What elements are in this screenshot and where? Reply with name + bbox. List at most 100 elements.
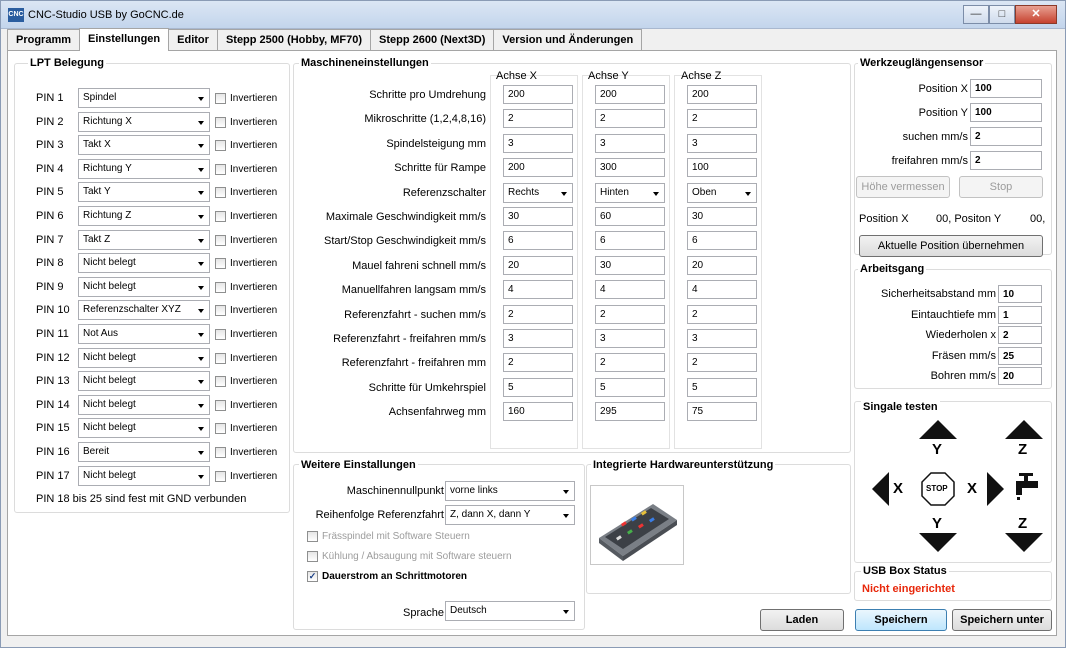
speichern-button[interactable]: Speichern [855,609,947,631]
machine-value-input[interactable]: 200 [503,85,573,104]
laden-button[interactable]: Laden [760,609,844,631]
y-minus-button[interactable]: Y [918,513,958,553]
machine-value-input[interactable]: 2 [595,109,665,129]
invert-checkbox[interactable]: Invertieren [215,163,277,175]
machine-value-input[interactable]: 4 [595,280,665,300]
referenzschalter-select[interactable]: Rechts [503,182,573,203]
pin-select[interactable]: Nicht belegt [78,253,210,274]
machine-value-input[interactable]: 3 [503,133,573,153]
pin-select[interactable]: Takt Y [78,182,210,203]
sensor-frei-input[interactable]: 2 [970,151,1042,170]
machine-value-input[interactable]: 3 [687,133,757,153]
invert-checkbox[interactable]: Invertieren [215,116,277,128]
invert-checkbox[interactable]: Invertieren [215,376,277,388]
invert-checkbox[interactable]: Invertieren [215,234,277,246]
kuehlung-checkbox[interactable]: Kühlung / Absaugung mit Software steuern [307,551,512,562]
referenzschalter-select[interactable]: Oben [687,182,757,203]
pin-select[interactable]: Nicht belegt [78,418,210,439]
machine-value-input[interactable]: 2 [687,304,757,324]
x-minus-button[interactable]: X [871,471,915,507]
machine-value-input[interactable]: 5 [687,377,757,397]
x-plus-button[interactable]: X [961,471,1005,507]
invert-checkbox[interactable]: Invertieren [215,329,277,340]
invert-checkbox[interactable]: Invertieren [215,352,277,364]
machine-value-input[interactable]: 6 [595,231,665,251]
nullpunkt-select[interactable]: vorne links [445,481,575,501]
spindel-checkbox[interactable]: Frässpindel mit Software Steuern [307,531,470,542]
invert-checkbox[interactable]: Invertieren [215,187,277,199]
arbeit-row-input[interactable]: 20 [998,367,1042,386]
machine-value-input[interactable]: 300 [595,158,665,178]
machine-value-input[interactable]: 2 [503,353,573,373]
y-plus-button[interactable]: Y [918,419,958,459]
pin-select[interactable]: Nicht belegt [78,394,210,415]
machine-value-input[interactable]: 2 [595,353,665,373]
pin-select[interactable]: Nicht belegt [78,465,210,486]
minimize-button[interactable]: — [963,5,989,24]
machine-value-input[interactable]: 3 [595,133,665,153]
tab-version[interactable]: Version und Änderungen [493,29,643,50]
machine-value-input[interactable]: 6 [503,231,573,251]
measure-height-button[interactable]: Höhe vermessen [856,176,950,198]
machine-value-input[interactable]: 295 [595,402,665,422]
tab-editor[interactable]: Editor [168,29,218,50]
pin-select[interactable]: Not Aus [78,324,210,344]
machine-value-input[interactable]: 20 [503,255,573,275]
pin-select[interactable]: Richtung Z [78,206,210,226]
stop-button[interactable]: STOP [920,471,956,507]
machine-value-input[interactable]: 2 [503,304,573,324]
machine-value-input[interactable]: 5 [595,377,665,397]
machine-value-input[interactable]: 30 [503,207,573,226]
pin-select[interactable]: Richtung X [78,111,210,132]
invert-checkbox[interactable]: Invertieren [215,447,277,458]
machine-value-input[interactable]: 200 [503,158,573,178]
pin-select[interactable]: Nicht belegt [78,371,210,392]
machine-value-input[interactable]: 3 [595,329,665,348]
machine-value-input[interactable]: 2 [687,353,757,373]
machine-value-input[interactable]: 100 [687,158,757,178]
sensor-stop-button[interactable]: Stop [959,176,1043,198]
tab-stepp-2500[interactable]: Stepp 2500 (Hobby, MF70) [216,29,372,50]
invert-checkbox[interactable]: Invertieren [215,399,277,411]
tab-einstellungen[interactable]: Einstellungen [79,28,170,51]
invert-checkbox[interactable]: Invertieren [215,305,277,317]
machine-value-input[interactable]: 2 [595,304,665,324]
machine-value-input[interactable]: 200 [687,85,757,104]
sensor-pos-x-input[interactable]: 100 [970,79,1042,98]
machine-value-input[interactable]: 60 [595,207,665,226]
machine-value-input[interactable]: 3 [503,329,573,348]
referenzschalter-select[interactable]: Hinten [595,182,665,203]
arbeit-row-input[interactable]: 1 [998,305,1042,324]
machine-value-input[interactable]: 4 [503,280,573,300]
arbeit-row-input[interactable]: 10 [998,285,1042,303]
sensor-pos-y-input[interactable]: 100 [970,103,1042,122]
reihenfolge-select[interactable]: Z, dann X, dann Y [445,505,575,525]
tab-stepp-2600[interactable]: Stepp 2600 (Next3D) [370,29,495,50]
invert-checkbox[interactable]: Invertieren [215,93,277,104]
pin-select[interactable]: Nicht belegt [78,276,210,297]
arbeit-row-input[interactable]: 25 [998,346,1042,365]
close-button[interactable]: ✕ [1015,5,1057,24]
machine-value-input[interactable]: 30 [687,207,757,226]
sprache-select[interactable]: Deutsch [445,601,575,621]
pin-select[interactable]: Takt X [78,135,210,156]
spindle-test-button[interactable] [1010,471,1046,507]
pin-select[interactable]: Referenzschalter XYZ [78,300,210,321]
invert-checkbox[interactable]: Invertieren [215,281,277,293]
dauerstrom-checkbox[interactable]: ✓ Dauerstrom an Schrittmotoren [307,571,467,582]
invert-checkbox[interactable]: Invertieren [215,258,277,270]
pin-select[interactable]: Richtung Y [78,158,210,179]
pin-select[interactable]: Spindel [78,88,210,108]
pin-select[interactable]: Takt Z [78,229,210,250]
z-plus-button[interactable]: Z [1004,419,1044,459]
machine-value-input[interactable]: 3 [687,329,757,348]
take-position-button[interactable]: Aktuelle Position übernehmen [859,235,1043,257]
machine-value-input[interactable]: 2 [503,109,573,129]
arbeit-row-input[interactable]: 2 [998,326,1042,345]
machine-value-input[interactable]: 20 [687,255,757,275]
machine-value-input[interactable]: 5 [503,377,573,397]
machine-value-input[interactable]: 30 [595,255,665,275]
tab-programm[interactable]: Programm [7,29,81,50]
sensor-suchen-input[interactable]: 2 [970,127,1042,146]
maximize-button[interactable]: □ [989,5,1015,24]
